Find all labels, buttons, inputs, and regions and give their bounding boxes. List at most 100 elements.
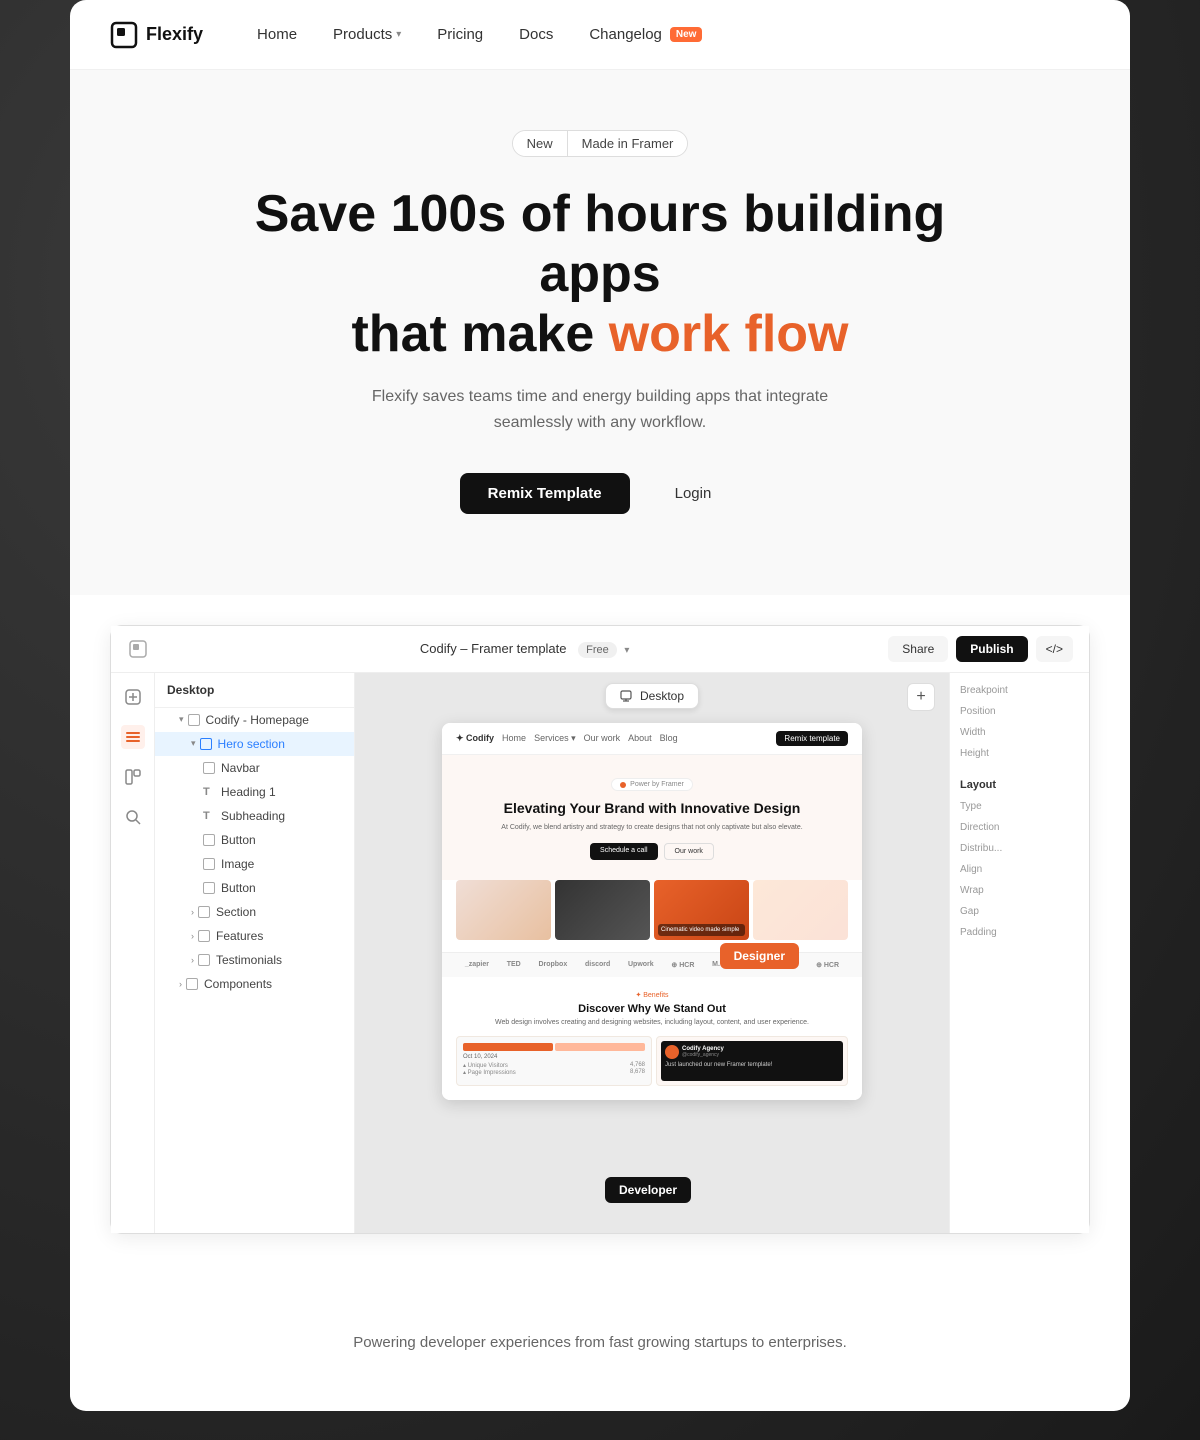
preview-img-4	[753, 880, 848, 940]
nav-pricing[interactable]: Pricing	[423, 20, 497, 49]
preview-logo: ✦ Codify	[456, 733, 494, 744]
preview-img-1	[456, 880, 551, 940]
layer-codify-homepage[interactable]: ▾ Codify - Homepage	[155, 708, 354, 732]
logo-text: Flexify	[146, 24, 203, 45]
text-icon: T	[203, 786, 215, 798]
products-chevron-icon: ▾	[396, 29, 401, 40]
preview-buttons: Schedule a call Our work	[456, 843, 848, 860]
nav-home[interactable]: Home	[243, 20, 311, 49]
page-icon	[188, 714, 200, 726]
section-icon	[198, 930, 210, 942]
preview-cta: Remix template	[776, 731, 848, 746]
logo[interactable]: Flexify	[110, 21, 203, 49]
framer-free-badge: Free	[578, 642, 617, 658]
framer-right-panel: Breakpoint Position Width Height Layout …	[949, 673, 1089, 1233]
nav-changelog[interactable]: Changelog New	[575, 20, 716, 49]
framer-canvas[interactable]: Desktop + ✦ Codify Home Services ▾ Our w…	[355, 673, 949, 1233]
nav-links: Home Products ▾ Pricing Docs Changelog N…	[243, 20, 1090, 49]
direction-label: Direction	[960, 822, 1079, 833]
layer-navbar[interactable]: Navbar	[155, 756, 354, 780]
breakpoint-label: Breakpoint	[960, 685, 1079, 696]
framer-body: Desktop ▾ Codify - Homepage ▾ Hero secti…	[111, 673, 1089, 1233]
folder-icon	[186, 978, 198, 990]
component-icon	[203, 834, 215, 846]
layer-section[interactable]: › Section	[155, 900, 354, 924]
preview-section2-title: Discover Why We Stand Out	[456, 1003, 848, 1015]
framer-section: Codify – Framer template Free ▾ Share Pu…	[70, 595, 1130, 1294]
chevron-down-icon: ▾	[624, 645, 629, 656]
layers-panel-header: Desktop	[155, 673, 354, 708]
chevron-right-icon: ›	[191, 907, 194, 917]
nav-docs[interactable]: Docs	[505, 20, 567, 49]
framer-layers-panel: Desktop ▾ Codify - Homepage ▾ Hero secti…	[155, 673, 355, 1233]
layers-icon[interactable]	[121, 725, 145, 749]
preview-btn2: Our work	[664, 843, 714, 860]
preview-card-1: Oct 10, 2024 ▴ Unique Visitors4,768 ▴ Pa…	[456, 1036, 652, 1086]
distribute-label: Distribu...	[960, 843, 1079, 854]
hero-tags: New Made in Framer	[110, 130, 1090, 157]
hero-section: New Made in Framer Save 100s of hours bu…	[70, 70, 1130, 595]
add-layer-icon[interactable]	[121, 685, 145, 709]
hero-tag-container: New Made in Framer	[512, 130, 689, 157]
publish-button[interactable]: Publish	[956, 636, 1027, 662]
framer-mockup: Codify – Framer template Free ▾ Share Pu…	[110, 625, 1090, 1234]
text-icon: T	[203, 810, 215, 822]
logo-icon	[110, 21, 138, 49]
layer-features[interactable]: › Features	[155, 924, 354, 948]
hero-title-highlight: work flow	[609, 305, 849, 363]
canvas-label: Desktop	[640, 689, 684, 703]
framer-topbar: Codify – Framer template Free ▾ Share Pu…	[111, 626, 1089, 673]
position-label: Position	[960, 706, 1079, 717]
layer-hero-section[interactable]: ▾ Hero section	[155, 732, 354, 756]
share-button[interactable]: Share	[888, 636, 948, 662]
desktop-icon	[620, 690, 632, 702]
section-icon	[198, 954, 210, 966]
chevron-right-icon: ›	[179, 979, 182, 989]
type-label: Type	[960, 801, 1079, 812]
preview-hero-sub: At Codify, we blend artistry and strateg…	[456, 823, 848, 833]
preview-navbar: ✦ Codify Home Services ▾ Our work About …	[442, 723, 862, 755]
hero-subtitle: Flexify saves teams time and energy buil…	[360, 384, 840, 435]
layer-image[interactable]: Image	[155, 852, 354, 876]
bottom-section: Powering developer experiences from fast…	[70, 1294, 1130, 1411]
chevron-icon: ▾	[191, 738, 196, 749]
component-icon	[203, 762, 215, 774]
framer-template-title: Codify – Framer template Free ▾	[161, 641, 888, 656]
padding-label: Padding	[960, 927, 1079, 938]
image-icon	[203, 858, 215, 870]
canvas-add-button[interactable]: +	[907, 683, 935, 711]
layer-button-1[interactable]: Button	[155, 828, 354, 852]
preview-nav-links: Home Services ▾ Our work About Blog	[502, 733, 768, 744]
layout-section-label: Layout	[960, 779, 1079, 791]
framer-actions: Share Publish </>	[888, 636, 1073, 662]
login-button[interactable]: Login	[646, 472, 741, 515]
framer-logo-icon	[127, 638, 149, 660]
remix-template-button[interactable]: Remix Template	[460, 473, 630, 514]
framer-icon-sidebar	[111, 673, 155, 1233]
preview-images: Cinematic video made simple	[442, 880, 862, 952]
height-label: Height	[960, 748, 1079, 759]
layer-subheading[interactable]: T Subheading	[155, 804, 354, 828]
layer-testimonials[interactable]: › Testimonials	[155, 948, 354, 972]
preview-section2: ✦ Benefits Discover Why We Stand Out Web…	[442, 977, 862, 1100]
preview-btn1: Schedule a call	[590, 843, 657, 860]
navbar: Flexify Home Products ▾ Pricing Docs Cha…	[70, 0, 1130, 70]
layer-components[interactable]: › Components	[155, 972, 354, 996]
search-icon[interactable]	[121, 805, 145, 829]
nav-products[interactable]: Products ▾	[319, 20, 415, 49]
preview-img-2	[555, 880, 650, 940]
hero-tag-framer: Made in Framer	[568, 131, 688, 156]
canvas-preview: ✦ Codify Home Services ▾ Our work About …	[442, 723, 862, 1100]
preview-section2-sub: Web design involves creating and designi…	[456, 1019, 848, 1026]
layer-heading1[interactable]: T Heading 1	[155, 780, 354, 804]
component-icon	[203, 882, 215, 894]
layer-button-2[interactable]: Button	[155, 876, 354, 900]
width-label: Width	[960, 727, 1079, 738]
changelog-badge: New	[670, 27, 703, 42]
assets-icon[interactable]	[121, 765, 145, 789]
chevron-icon: ▾	[179, 714, 184, 725]
preview-card-2: Codify Agency @codify_agency Just launch…	[656, 1036, 848, 1086]
preview-hero: Power by Framer Elevating Your Brand wit…	[442, 755, 862, 880]
preview-logos: _zapier TED Dropbox discord Upwork ⊕ HCR…	[442, 952, 862, 977]
code-button[interactable]: </>	[1036, 636, 1073, 662]
